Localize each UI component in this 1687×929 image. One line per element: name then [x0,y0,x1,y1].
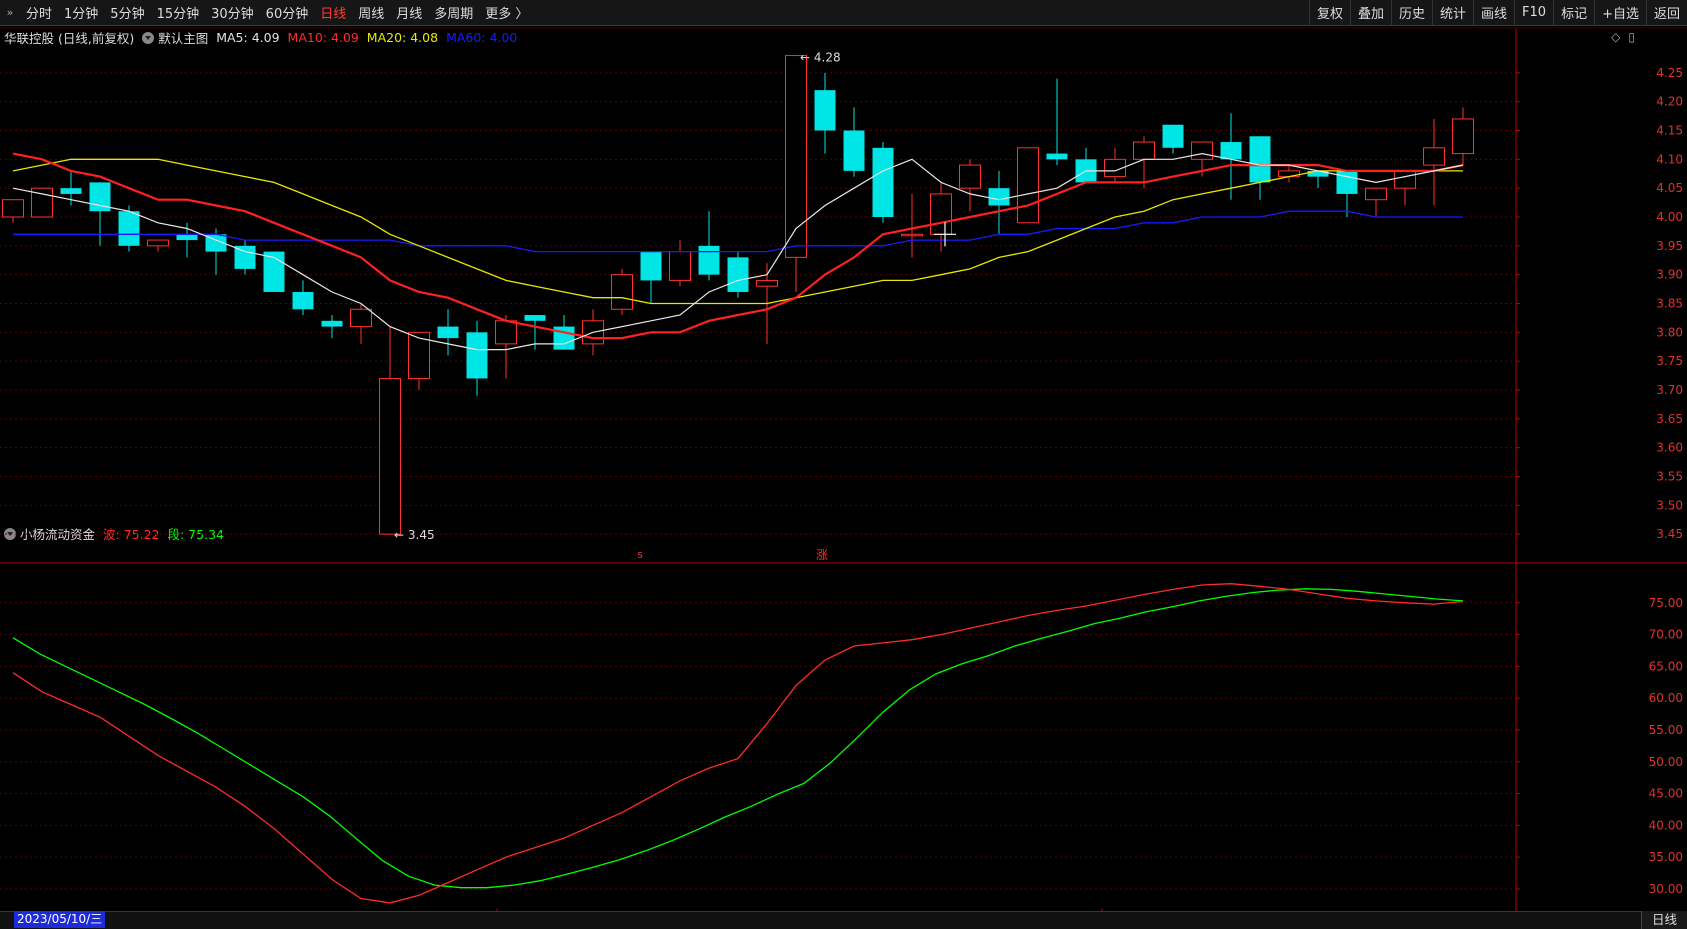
candle-body-down [814,90,836,131]
price-tick-label: 3.45 [1656,527,1683,541]
candle-body-up [1394,170,1416,189]
candle-body-up [1133,141,1155,160]
candle-body-down [437,326,459,339]
cursor-date: 2023/05/10/三 [14,911,106,928]
price-tick-label: 4.25 [1656,66,1683,80]
price-tick-label: 4.00 [1656,210,1683,224]
candle-body-up [350,308,372,328]
price-tick-label: 4.05 [1656,181,1683,195]
candle-body-up [669,251,691,281]
candle-body-down [118,211,140,246]
price-tick-label: 3.85 [1656,297,1683,311]
candle-body-down [292,291,314,310]
candle-body-up [147,239,169,247]
time-axis [0,911,1687,929]
candle-body-down [698,245,720,275]
candle-body-down [843,130,865,171]
segment-line [12,588,1464,889]
candle-body-down [321,320,343,327]
candle-body-down [60,188,82,194]
candle-body-down [524,315,546,321]
price-tick-label: 3.50 [1656,498,1683,512]
stock-chart-window: » 分时 1分钟 5分钟 15分钟 30分钟 60分钟 日线 周线 月线 多周期 更多 〉 复权 叠加… [0,0,1687,929]
candle-body-down [1220,142,1242,160]
price-tick-label: 3.95 [1656,239,1683,253]
candle-body-up [1423,147,1445,166]
price-tick-label: 3.55 [1656,470,1683,484]
candle-body-down [1336,170,1358,194]
price-tick-label: 3.75 [1656,354,1683,368]
indicator-tick-label: 75.00 [1649,596,1683,610]
indicator-tick-label: 40.00 [1649,818,1683,832]
candle-body-down [176,234,198,241]
indicator-tick-label: 50.00 [1649,755,1683,769]
event-mark: 涨 [816,547,828,562]
candle-body-up [1365,187,1387,201]
candle-body-up [1017,147,1039,224]
candle-body-up [930,193,952,235]
indicator-tick-label: 55.00 [1649,723,1683,737]
indicator-tick-label: 30.00 [1649,882,1683,896]
price-tick-label: 4.15 [1656,124,1683,138]
candle-body-up [1452,118,1474,155]
indicator-tick-label: 45.00 [1649,787,1683,801]
candle-body-up [2,199,24,218]
candle-body-up [611,274,633,310]
price-tick-label: 3.70 [1656,383,1683,397]
candle-body-up [756,279,778,287]
event-mark: s [637,548,643,561]
candle-body-down [1162,124,1184,148]
candle-body-up [959,164,981,189]
price-tick-label: 4.10 [1656,152,1683,166]
indicator-tick-label: 35.00 [1649,850,1683,864]
candle-body-up [901,233,923,237]
candle-body-down [727,257,749,292]
low-price-label: ← 3.45 [394,528,435,542]
candle-body-down [872,147,894,217]
kline-chart[interactable]: 4.25 4.20 4.15 4.10 4.05 4.00 3.95 3.90 3.85 3.80… [0,0,1687,929]
price-tick-label: 3.90 [1656,268,1683,282]
candle-body-down [640,251,662,281]
candle-body-up [495,320,517,345]
candle-body-down [1249,136,1271,183]
candle-body-up [785,55,807,258]
candle-body-down [988,188,1010,206]
candle-body-down [1046,153,1068,160]
indicator-tick-label: 65.00 [1649,659,1683,673]
candle-body-down [466,332,488,379]
period-label[interactable]: 日线 [1641,911,1687,929]
wave-line [12,583,1464,904]
indicator-tick-label: 60.00 [1649,691,1683,705]
candle-body-up [379,377,401,535]
high-price-label: ← 4.28 [800,51,841,65]
price-tick-label: 3.80 [1656,325,1683,339]
price-tick-label: 3.60 [1656,441,1683,455]
price-tick-label: 3.65 [1656,412,1683,426]
indicator-tick-label: 70.00 [1649,628,1683,642]
candle-body-up [1191,141,1213,160]
price-tick-label: 4.20 [1656,95,1683,109]
